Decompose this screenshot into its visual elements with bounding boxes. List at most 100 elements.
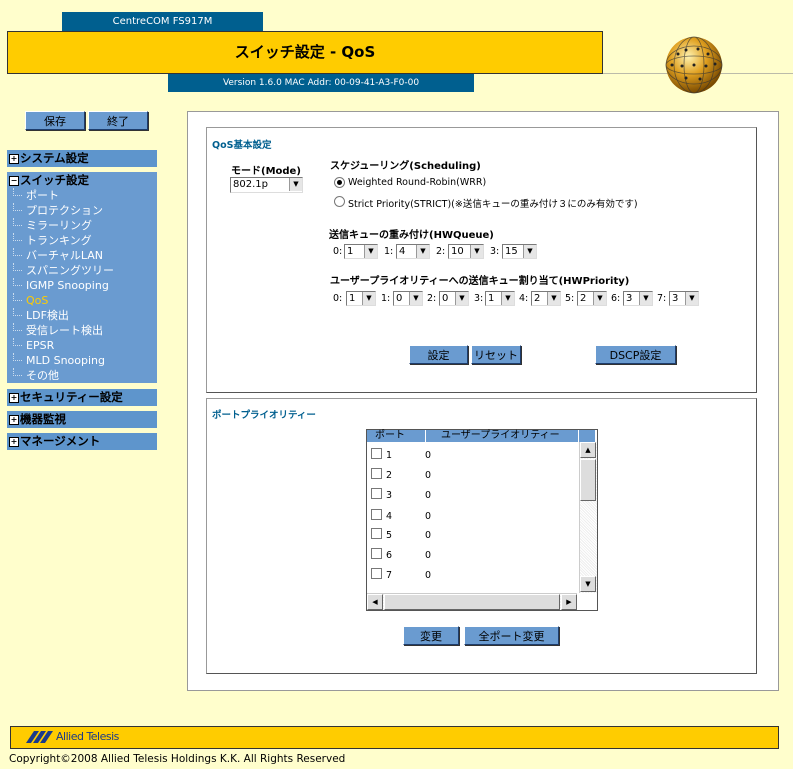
vertical-scrollbar[interactable]: ▲ ▼: [579, 442, 597, 593]
row-checkbox[interactable]: [371, 448, 382, 459]
chevron-down-icon: ▼: [470, 245, 483, 258]
hwpriority-select-7[interactable]: 3 ▼: [669, 291, 699, 306]
hwpriority-select-1[interactable]: 0 ▼: [393, 291, 423, 306]
sidebar-item-port[interactable]: ポート: [13, 188, 59, 203]
chevron-down-icon: ▼: [523, 245, 536, 258]
hwqueue-select-0[interactable]: 1 ▼: [344, 244, 378, 259]
column-port: ポート: [375, 430, 405, 441]
table-row[interactable]: 50: [371, 528, 431, 544]
hwqueue-index: 0:: [333, 246, 343, 257]
table-row[interactable]: 20: [371, 468, 431, 484]
scroll-down-icon[interactable]: ▼: [580, 576, 596, 592]
sched-strict-radio[interactable]: [334, 196, 345, 207]
horizontal-scrollbar[interactable]: ◀ ▶: [367, 593, 577, 610]
globe-logo-icon: [665, 36, 723, 94]
hwpriority-index: 3:: [474, 293, 484, 304]
dscp-settings-button[interactable]: DSCP設定: [595, 345, 676, 364]
set-button[interactable]: 設定: [409, 345, 468, 364]
sidebar-switch-panel: − スイッチ設定 ポート プロテクション ミラーリング トランキング バーチャルL…: [7, 172, 157, 383]
scroll-thumb[interactable]: [384, 594, 560, 610]
expand-plus-icon: +: [9, 393, 19, 403]
row-checkbox[interactable]: [371, 488, 382, 499]
save-button[interactable]: 保存: [25, 111, 85, 130]
hwqueue-select-3[interactable]: 15 ▼: [502, 244, 537, 259]
collapse-minus-icon: −: [9, 176, 19, 186]
row-checkbox[interactable]: [371, 568, 382, 579]
hwpriority-index: 1:: [381, 293, 391, 304]
sidebar-item-vlan[interactable]: バーチャルLAN: [13, 248, 103, 263]
port-priority-list[interactable]: ポート ユーザープライオリティー 10 20 30 40 50 60 70 ▲ …: [366, 429, 598, 611]
row-checkbox[interactable]: [371, 468, 382, 479]
table-row[interactable]: 30: [371, 488, 431, 504]
chevron-down-icon: ▼: [501, 292, 514, 305]
chevron-down-icon: ▼: [409, 292, 422, 305]
hwpriority-select-2[interactable]: 0 ▼: [439, 291, 469, 306]
hwpriority-select-4[interactable]: 2 ▼: [531, 291, 561, 306]
mode-select[interactable]: 802.1p ▼: [230, 177, 303, 193]
chevron-down-icon: ▼: [455, 292, 468, 305]
hwqueue-label: 送信キューの重み付け(HWQueue): [329, 230, 494, 241]
hwpriority-index: 5:: [565, 293, 575, 304]
table-row[interactable]: 60: [371, 548, 431, 564]
table-row[interactable]: 70: [371, 568, 431, 584]
table-row[interactable]: 40: [371, 509, 431, 525]
sched-wrr-radio[interactable]: [334, 177, 345, 188]
sidebar-item-management[interactable]: + マネージメント: [7, 433, 157, 450]
chevron-down-icon: ▼: [593, 292, 606, 305]
hwpriority-select-6[interactable]: 3 ▼: [623, 291, 653, 306]
scroll-left-icon[interactable]: ◀: [367, 594, 383, 610]
sidebar-item-rx-rate[interactable]: 受信レート検出: [13, 323, 103, 338]
reset-button[interactable]: リセット: [471, 345, 521, 364]
page-title: スイッチ設定 - QoS: [7, 31, 603, 74]
sidebar-item-security[interactable]: + セキュリティー設定: [7, 389, 157, 406]
hwqueue-select-1[interactable]: 4 ▼: [396, 244, 430, 259]
row-checkbox[interactable]: [371, 528, 382, 539]
sidebar-item-spanning-tree[interactable]: スパニングツリー: [13, 263, 114, 278]
sidebar-item-trunking[interactable]: トランキング: [13, 233, 92, 248]
port-priority-legend: ポートプライオリティー: [212, 410, 316, 421]
sidebar-item-monitor[interactable]: + 機器監視: [7, 411, 157, 428]
sidebar-item-protection[interactable]: プロテクション: [13, 203, 103, 218]
scroll-up-icon[interactable]: ▲: [580, 442, 596, 458]
sidebar-item-label: 機器監視: [20, 412, 66, 426]
sched-strict-label: Strict Priority(STRICT)(※送信キューの重み付け３にのみ有…: [348, 199, 638, 210]
chevron-down-icon: ▼: [639, 292, 652, 305]
hwpriority-label: ユーザープライオリティーへの送信キュー割り当て(HWPriority): [330, 276, 630, 287]
hwpriority-select-5[interactable]: 2 ▼: [577, 291, 607, 306]
version-info: Version 1.6.0 MAC Addr: 00-09-41-A3-F0-0…: [168, 74, 474, 92]
sidebar-item-igmp-snooping[interactable]: IGMP Snooping: [13, 278, 109, 293]
column-user-priority: ユーザープライオリティー: [441, 430, 560, 441]
sidebar-item-epsr[interactable]: EPSR: [13, 338, 54, 353]
row-checkbox[interactable]: [371, 509, 382, 520]
sidebar-item-switch[interactable]: − スイッチ設定: [9, 172, 89, 189]
change-all-ports-button[interactable]: 全ポート変更: [464, 626, 559, 645]
sidebar-item-mirroring[interactable]: ミラーリング: [13, 218, 92, 233]
expand-plus-icon: +: [9, 154, 19, 164]
table-row[interactable]: 10: [371, 448, 431, 464]
sidebar-item-mld-snooping[interactable]: MLD Snooping: [13, 353, 105, 368]
hwpriority-select-3[interactable]: 1 ▼: [485, 291, 515, 306]
expand-plus-icon: +: [9, 415, 19, 425]
allied-telesis-logo-icon: [26, 731, 53, 743]
change-button[interactable]: 変更: [403, 626, 459, 645]
hwqueue-index: 3:: [490, 246, 500, 257]
sidebar-item-ldf[interactable]: LDF検出: [13, 308, 69, 323]
hwpriority-index: 0:: [333, 293, 343, 304]
sidebar-item-system[interactable]: + システム設定: [7, 150, 157, 167]
scheduling-label: スケジューリング(Scheduling): [330, 161, 481, 172]
hwpriority-index: 2:: [427, 293, 437, 304]
model-name: CentreCOM FS917M: [62, 12, 263, 31]
sidebar-item-qos[interactable]: QoS: [13, 293, 48, 308]
scroll-thumb[interactable]: [580, 459, 596, 501]
scroll-right-icon[interactable]: ▶: [561, 594, 577, 610]
copyright-text: Copyright©2008 Allied Telesis Holdings K…: [9, 753, 346, 765]
exit-button[interactable]: 終了: [88, 111, 148, 130]
hwpriority-select-0[interactable]: 1 ▼: [346, 291, 376, 306]
row-checkbox[interactable]: [371, 548, 382, 559]
chevron-down-icon: ▼: [362, 292, 375, 305]
hwqueue-select-2[interactable]: 10 ▼: [448, 244, 484, 259]
sidebar-item-other[interactable]: その他: [13, 368, 59, 383]
hwpriority-index: 4:: [519, 293, 529, 304]
chevron-down-icon: ▼: [416, 245, 429, 258]
hwqueue-index: 2:: [436, 246, 446, 257]
